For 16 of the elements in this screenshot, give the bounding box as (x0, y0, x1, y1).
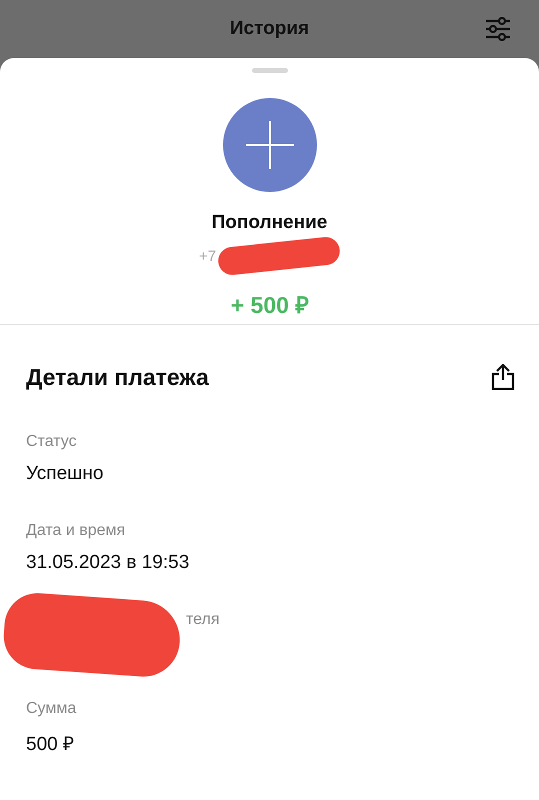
filter-icon[interactable] (485, 17, 511, 41)
section-title: Детали платежа (26, 364, 209, 390)
field-value: 31.05.2023 в 19:53 (26, 552, 190, 574)
field-label: Сумма (26, 700, 78, 718)
share-icon[interactable] (491, 364, 515, 390)
amount: + 500 ₽ (230, 291, 308, 320)
drag-handle[interactable] (252, 68, 288, 73)
field-label: теля (186, 611, 221, 629)
operation-title: Пополнение (212, 212, 328, 234)
phone-number: +7 (198, 248, 216, 264)
screen-title: История (230, 18, 310, 40)
field-value: Успешно (26, 463, 104, 485)
field-label: Статус (26, 433, 78, 451)
field-value: 500 ₽ (26, 733, 75, 756)
field-label: Дата и время (26, 522, 126, 540)
plus-icon (222, 98, 316, 192)
